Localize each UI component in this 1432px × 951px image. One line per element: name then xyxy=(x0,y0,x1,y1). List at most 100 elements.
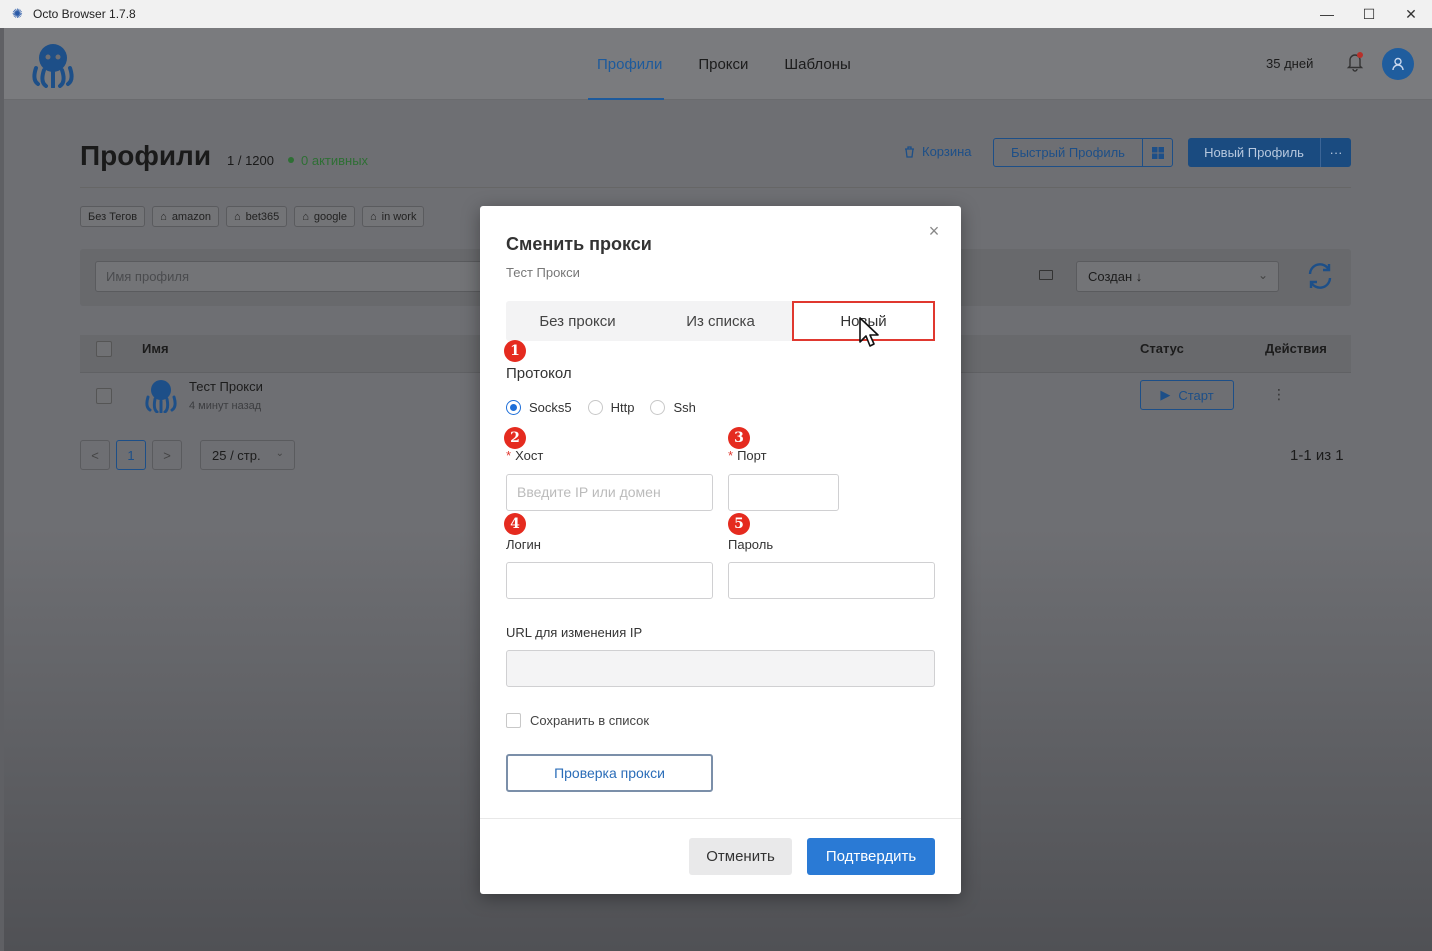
tab-no-proxy[interactable]: Без прокси xyxy=(506,301,649,341)
windows-icon[interactable] xyxy=(1143,139,1172,166)
refresh-icon[interactable] xyxy=(1304,260,1336,292)
maximize-button[interactable]: ☐ xyxy=(1348,0,1390,28)
row-more-icon[interactable]: ⋮ xyxy=(1272,386,1286,403)
chevron-down-icon: ⌄ xyxy=(1257,268,1268,282)
tag-no-tags[interactable]: Без Тегов xyxy=(80,206,146,227)
tag-label: bet365 xyxy=(245,210,280,223)
confirm-button[interactable]: Подтвердить xyxy=(807,838,935,875)
step-badge-5: 5 xyxy=(728,513,750,535)
row-checkbox[interactable] xyxy=(96,388,112,404)
protocol-radio-group: Socks5 Http Ssh xyxy=(506,400,696,415)
keyboard-icon[interactable] xyxy=(1039,270,1053,280)
new-profile-label: Новый Профиль xyxy=(1188,138,1321,167)
tag-icon: ⌂ xyxy=(302,210,309,223)
close-window-button[interactable]: ✕ xyxy=(1390,0,1432,28)
app-header: Профили Прокси Шаблоны 35 дней xyxy=(4,28,1432,100)
tab-from-list[interactable]: Из списка xyxy=(649,301,792,341)
host-label-text: Хост xyxy=(515,448,544,463)
nav-templates[interactable]: Шаблоны xyxy=(766,28,868,100)
window-titlebar: ✺ Octo Browser 1.7.8 — ☐ ✕ xyxy=(0,0,1432,28)
per-page-select[interactable]: 25 / стр. ⌄ xyxy=(200,440,295,470)
pagination-range: 1-1 из 1 xyxy=(1290,447,1344,464)
page-title: Профили xyxy=(80,140,212,171)
save-to-list-checkbox[interactable]: Сохранить в список xyxy=(506,713,649,728)
check-proxy-button[interactable]: Проверка прокси xyxy=(506,754,713,792)
pagination: < 1 > xyxy=(80,440,182,470)
tag-icon: ⌂ xyxy=(369,210,377,223)
user-avatar[interactable] xyxy=(1382,48,1414,80)
tag-amazon[interactable]: ⌂ amazon xyxy=(152,206,219,227)
active-dot xyxy=(288,157,294,163)
radio-dot xyxy=(587,400,603,415)
login-input[interactable] xyxy=(506,562,713,599)
quick-profile-button[interactable]: Быстрый Профиль xyxy=(993,138,1173,167)
play-icon: ▶ xyxy=(1160,387,1171,402)
port-input[interactable] xyxy=(728,474,839,511)
cancel-button[interactable]: Отменить xyxy=(689,838,792,875)
tag-google[interactable]: ⌂ google xyxy=(294,206,355,227)
save-to-list-label: Сохранить в список xyxy=(530,713,650,728)
trash-label: Корзина xyxy=(922,144,972,159)
login-label: Логин xyxy=(506,537,541,552)
profile-count: 1 / 1200 xyxy=(227,153,274,168)
protocol-label: Протокол xyxy=(506,365,572,382)
octopus-logo-icon xyxy=(32,44,74,88)
password-input[interactable] xyxy=(728,562,935,599)
notification-dot xyxy=(1357,52,1363,58)
radio-ssh[interactable]: Ssh xyxy=(650,400,696,415)
profile-name[interactable]: Тест Прокси xyxy=(189,379,263,394)
host-label: * Хост xyxy=(506,448,544,463)
close-icon[interactable]: × xyxy=(925,222,943,240)
step-badge-4: 4 xyxy=(504,513,526,535)
change-ip-url-input[interactable] xyxy=(506,650,935,687)
host-input[interactable]: Введите IP или домен xyxy=(506,474,713,511)
password-label: Пароль xyxy=(728,537,774,552)
subscription-days: 35 дней xyxy=(1266,56,1314,71)
column-name[interactable]: Имя xyxy=(142,341,169,356)
user-icon xyxy=(1392,57,1404,71)
nav-profiles[interactable]: Профили xyxy=(579,28,680,100)
tag-in-work[interactable]: ⌂ in work xyxy=(361,206,425,227)
per-page-value: 25 / стр. xyxy=(212,448,261,463)
radio-socks5[interactable]: Socks5 xyxy=(506,400,572,415)
prev-page-button[interactable]: < xyxy=(80,440,110,470)
change-proxy-modal: × Сменить прокси Тест Прокси Без прокси … xyxy=(480,206,961,894)
minimize-button[interactable]: — xyxy=(1306,0,1348,28)
radio-dot xyxy=(506,400,521,415)
tag-icon: ⌂ xyxy=(233,210,241,223)
next-page-button[interactable]: > xyxy=(152,440,182,470)
modal-title: Сменить прокси xyxy=(506,234,652,254)
checkbox-box xyxy=(506,713,521,728)
profile-time: 4 минут назад xyxy=(189,400,262,412)
port-label-text: Порт xyxy=(737,448,767,463)
step-badge-2: 2 xyxy=(504,427,526,449)
sort-select[interactable]: Создан ↓ ⌄ xyxy=(1076,261,1279,292)
tag-filter-list: Без Тегов ⌂ amazon ⌂ bet365 ⌂ google ⌂ in wo… xyxy=(80,206,425,227)
modal-subtitle: Тест Прокси xyxy=(506,265,580,280)
radio-label: Socks5 xyxy=(529,400,572,415)
change-ip-url-label: URL для изменения IP xyxy=(506,625,643,640)
tag-icon: ⌂ xyxy=(160,210,167,223)
trash-link[interactable]: Корзина xyxy=(904,144,972,159)
port-label: * Порт xyxy=(728,448,767,463)
tag-label: Без Тегов xyxy=(88,210,138,223)
page-1-button[interactable]: 1 xyxy=(116,440,146,470)
select-all-checkbox[interactable] xyxy=(96,341,112,357)
start-button[interactable]: ▶ Старт xyxy=(1140,380,1234,410)
modal-footer-divider xyxy=(480,818,961,819)
tag-label: google xyxy=(313,210,347,223)
more-options-icon[interactable]: ··· xyxy=(1321,138,1351,167)
radio-http[interactable]: Http xyxy=(587,400,634,415)
tag-bet365[interactable]: ⌂ bet365 xyxy=(225,206,288,227)
chevron-down-icon: ⌄ xyxy=(275,448,284,459)
sort-value: Создан ↓ xyxy=(1088,269,1143,284)
step-badge-1: 1 xyxy=(504,340,526,362)
mouse-cursor-icon xyxy=(859,317,879,347)
nav-proxies[interactable]: Прокси xyxy=(680,28,766,100)
quick-profile-label: Быстрый Профиль xyxy=(994,139,1143,166)
active-count: 0 активных xyxy=(301,153,369,168)
app-logo-icon: ✺ xyxy=(12,6,23,21)
new-profile-button[interactable]: Новый Профиль ··· xyxy=(1188,138,1351,167)
profile-search-input[interactable]: Имя профиля xyxy=(95,261,515,292)
divider xyxy=(80,187,1351,188)
